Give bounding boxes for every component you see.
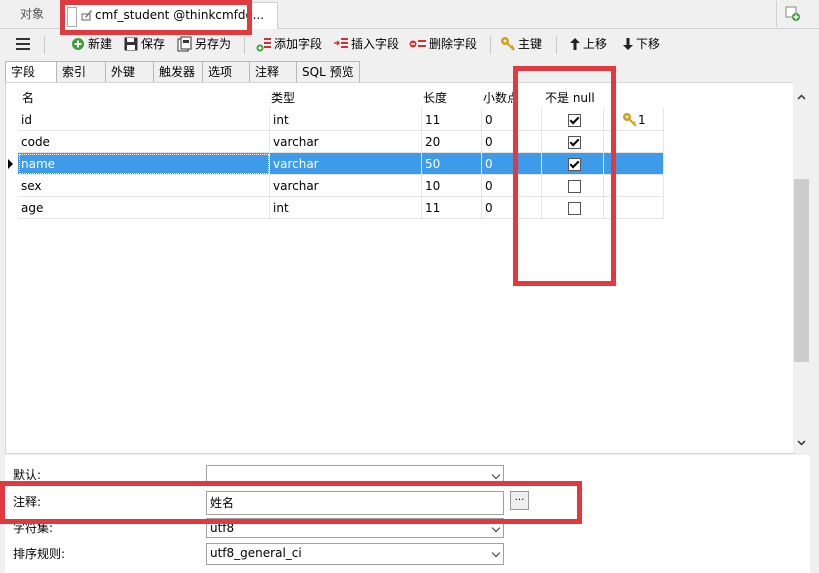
subtab-comment[interactable]: 注释 [249,61,297,83]
save-as-button[interactable]: 另存为 [177,35,231,53]
move-down-label: 下移 [636,37,661,51]
subtab-sql-preview[interactable]: SQL 预览 [296,61,360,83]
primary-key-label: 主键 [518,37,543,51]
subtab-fields[interactable]: 字段 [5,61,57,84]
arrow-down-icon [623,38,633,50]
header-type[interactable]: 类型 [271,87,295,109]
save-icon [124,37,138,51]
move-up-label: 上移 [583,37,608,51]
cell-name[interactable]: age [18,197,270,219]
subtab-options[interactable]: 选项 [202,61,250,83]
collation-select[interactable]: utf8_general_ci [206,543,504,565]
primary-key-icon [623,113,637,127]
header-name[interactable]: 名 [22,87,34,109]
primary-key-button[interactable]: 主键 [500,35,542,53]
annotation-box-not-null [513,66,616,286]
cell-length[interactable]: 11 [422,109,482,131]
annotation-box-comment [0,481,582,524]
delete-field-icon [409,40,426,48]
add-field-label: 添加字段 [274,37,323,51]
key-order: 1 [638,113,646,127]
fields-grid[interactable]: 名 类型 长度 小数点 不是 null id int 11 0 1 code varchar… [5,82,795,454]
cell-type[interactable]: varchar [270,153,422,175]
add-field-button[interactable]: 添加字段 [256,35,322,53]
insert-field-icon [334,38,348,48]
new-button[interactable]: 新建 [70,35,112,53]
subtab-foreign-keys[interactable]: 外键 [105,61,154,83]
cell-length[interactable]: 10 [422,175,482,197]
chevron-down-icon [491,523,501,533]
cell-type[interactable]: varchar [270,131,422,153]
insert-field-label: 插入字段 [351,37,400,51]
cell-type[interactable]: int [270,197,422,219]
scroll-down-icon [797,440,806,446]
hamburger-icon [16,38,30,50]
collation-label: 排序规则: [13,547,66,561]
row-pointer-icon [8,159,13,169]
subtab-triggers[interactable]: 触发器 [153,61,203,83]
new-tab-button[interactable] [776,1,809,27]
cell-length[interactable]: 11 [422,197,482,219]
delete-field-button[interactable]: 删除字段 [409,35,477,53]
save-as-label: 另存为 [195,37,232,51]
annotation-box-tab [60,0,252,35]
cell-length[interactable]: 20 [422,131,482,153]
cell-type[interactable]: varchar [270,175,422,197]
move-down-button[interactable]: 下移 [622,35,660,53]
tab-objects[interactable]: 对象 [0,0,64,28]
new-label: 新建 [88,37,113,51]
cell-name[interactable]: id [18,109,270,131]
cell-length[interactable]: 50 [422,153,482,175]
cell-type[interactable]: int [270,109,422,131]
chevron-down-icon [491,548,501,558]
vertical-scrollbar[interactable] [793,82,810,452]
delete-field-label: 删除字段 [429,37,478,51]
header-length[interactable]: 长度 [423,87,447,109]
new-icon [72,38,84,50]
save-button[interactable]: 保存 [123,35,165,53]
scroll-up-icon [797,94,806,100]
arrow-up-icon [570,38,580,50]
menu-button[interactable] [16,35,32,53]
save-label: 保存 [141,37,166,51]
save-as-icon [177,36,192,52]
insert-field-button[interactable]: 插入字段 [333,35,399,53]
cell-name[interactable]: name [18,153,270,175]
key-icon [501,37,515,51]
cell-name[interactable]: code [18,131,270,153]
move-up-button[interactable]: 上移 [569,35,607,53]
add-field-icon [256,38,271,52]
add-table-icon [785,6,800,21]
scroll-thumb[interactable] [794,179,809,362]
chevron-down-icon [491,470,501,480]
subtab-indexes[interactable]: 索引 [56,61,106,83]
cell-name[interactable]: sex [18,175,270,197]
